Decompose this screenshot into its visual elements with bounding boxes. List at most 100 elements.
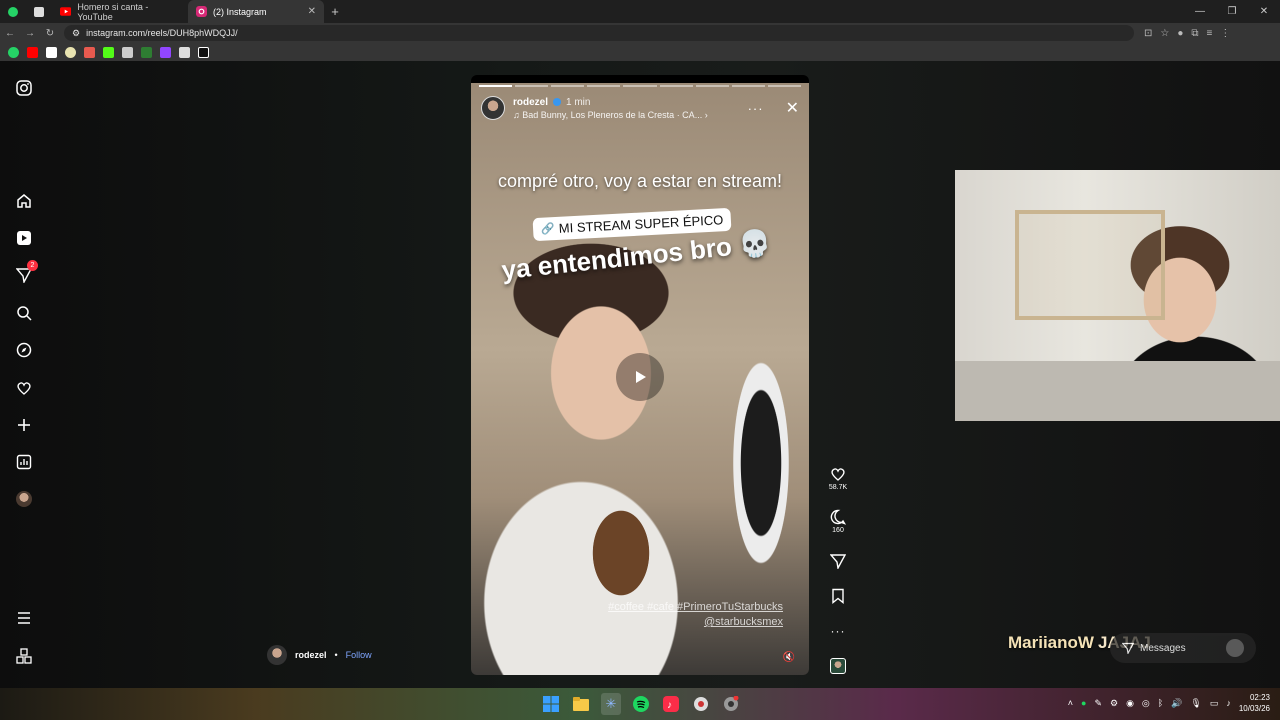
system-tray: ˄ ● ✎ ⚙ ◉ ◎ ᛒ 🔊 🎙 ▭ ♪ 02:23 10/03/26	[1068, 692, 1270, 714]
profile-avatar[interactable]	[14, 489, 34, 509]
bookmark-icon[interactable]	[198, 46, 209, 58]
x-bookmark-icon[interactable]	[46, 46, 57, 58]
bluetooth-icon[interactable]: ᛒ	[1158, 698, 1163, 708]
reel-time: 1 min	[566, 96, 591, 108]
clock[interactable]: 02:23 10/03/26	[1239, 692, 1270, 714]
back-icon[interactable]: ←	[0, 28, 20, 39]
windows-start-icon[interactable]	[541, 693, 561, 715]
new-tab-button[interactable]: +	[324, 4, 346, 19]
toolbar-actions: ⊡ ☆ ● ⧉ ≡ ⋮	[1144, 28, 1230, 39]
tab-instagram[interactable]: (2) Instagram ✕	[188, 0, 324, 23]
media-icon[interactable]: ≡	[1207, 28, 1213, 39]
app-icon[interactable]: ✳	[601, 693, 621, 715]
reel-player[interactable]: rodezel 1 min ♫ Bad Bunny, Los Pleneros …	[471, 75, 809, 675]
comment-button[interactable]: 160	[826, 509, 850, 534]
spotify-tray-icon[interactable]: ●	[1081, 698, 1086, 708]
app-icon[interactable]	[691, 693, 711, 715]
site-info-icon[interactable]: ⚙	[72, 28, 80, 39]
tray-icon[interactable]: ⚙	[1110, 698, 1118, 709]
whatsapp-pinned-tab[interactable]	[0, 0, 26, 23]
kick-bookmark-icon[interactable]	[103, 46, 114, 58]
share-button[interactable]	[826, 553, 850, 569]
menu-icon[interactable]	[14, 608, 34, 628]
music-app-icon[interactable]: ♪	[661, 693, 681, 715]
reel-author-avatar[interactable]	[481, 96, 505, 120]
pen-icon[interactable]: ✎	[1094, 698, 1102, 709]
install-app-icon[interactable]: ⊡	[1144, 28, 1152, 39]
owner-username[interactable]: rodezel	[295, 650, 327, 660]
extension-icon[interactable]: ●	[1177, 28, 1183, 39]
comment-icon	[830, 509, 846, 525]
speaker-icon[interactable]: ♪	[1226, 698, 1231, 708]
messages-icon[interactable]: 2	[14, 260, 38, 285]
reels-icon[interactable]	[14, 228, 34, 248]
mention-tag[interactable]: @starbucksmex	[608, 616, 783, 628]
clock-date: 10/03/26	[1238, 704, 1270, 713]
skull-emoji: 💀	[737, 226, 773, 261]
close-tab-icon[interactable]: ✕	[308, 6, 316, 17]
close-window-button[interactable]: ✕	[1248, 6, 1280, 17]
messages-pill[interactable]: Messages	[1110, 633, 1256, 663]
minimize-button[interactable]: —	[1184, 6, 1216, 17]
forward-icon[interactable]: →	[20, 28, 40, 39]
home-icon[interactable]	[14, 191, 34, 211]
dashboard-icon[interactable]	[14, 452, 34, 472]
save-button[interactable]	[826, 588, 850, 604]
microphone-icon[interactable]: 🎙	[1190, 698, 1201, 709]
audio-thumbnail[interactable]	[826, 658, 850, 674]
browser-tab-bar: Homero si canta - YouTube (2) Instagram …	[0, 0, 1280, 23]
chrome-icon[interactable]	[721, 693, 741, 715]
window-controls: — ❐ ✕	[1184, 6, 1280, 17]
bookmark-icon[interactable]	[84, 46, 95, 58]
reel-author-username[interactable]: rodezel	[513, 97, 548, 108]
bookmark-icon[interactable]	[122, 46, 133, 58]
volume-icon[interactable]: 🔊	[1171, 698, 1182, 709]
spotify-icon[interactable]	[631, 693, 651, 715]
more-button[interactable]: ···	[826, 624, 850, 638]
mute-icon[interactable]: 🔇	[783, 652, 795, 663]
messages-badge: 2	[27, 260, 38, 271]
chrome-tray-icon[interactable]: ◎	[1142, 698, 1150, 709]
file-explorer-icon[interactable]	[571, 693, 591, 715]
chat-username: MariianoW	[1008, 633, 1094, 652]
address-bar[interactable]: ⚙ instagram.com/reels/DUH8phWDQJJ/	[64, 25, 1134, 41]
create-icon[interactable]	[14, 415, 34, 435]
display-icon[interactable]: ▭	[1210, 698, 1219, 709]
bookmark-icon[interactable]	[65, 46, 76, 58]
owner-avatar[interactable]	[267, 645, 287, 665]
twitch-bookmark-icon[interactable]	[160, 46, 171, 58]
story-progress-bar	[479, 85, 801, 87]
separator-dot: •	[334, 650, 338, 660]
extensions-puzzle-icon[interactable]: ⧉	[1191, 28, 1198, 39]
bookmark-icon[interactable]	[179, 46, 190, 58]
pinned-tab[interactable]	[26, 0, 52, 23]
also-from-meta-icon[interactable]	[14, 646, 34, 666]
chevron-up-icon[interactable]: ˄	[1068, 698, 1073, 708]
restore-button[interactable]: ❐	[1216, 6, 1248, 17]
messages-label: Messages	[1140, 642, 1186, 654]
floor-background	[955, 361, 1280, 421]
heart-icon[interactable]	[14, 378, 34, 398]
steam-icon[interactable]: ◉	[1126, 698, 1134, 709]
play-button[interactable]	[616, 353, 664, 401]
follow-button[interactable]: Follow	[346, 650, 372, 660]
explore-icon[interactable]	[14, 340, 34, 360]
search-icon[interactable]	[14, 303, 34, 323]
chevron-right-icon[interactable]: ›	[705, 110, 708, 120]
bookmark-icon[interactable]	[141, 46, 152, 58]
youtube-bookmark-icon[interactable]	[27, 46, 38, 58]
more-options-icon[interactable]: ···	[748, 101, 764, 116]
close-icon[interactable]: ✕	[786, 98, 799, 118]
bookmark-star-icon[interactable]: ☆	[1160, 28, 1169, 39]
like-button[interactable]: 58.7K	[826, 466, 850, 491]
whatsapp-bookmark-icon[interactable]	[8, 46, 19, 58]
reel-music[interactable]: Bad Bunny, Los Pleneros de la Cresta · C…	[522, 110, 702, 120]
hashtags: #coffee #cafe #PrimeroTuStarbucks @starb…	[608, 601, 783, 628]
reload-icon[interactable]: ↻	[40, 28, 60, 39]
bookmarks-bar	[0, 43, 1280, 61]
hashtag-line[interactable]: #coffee #cafe #PrimeroTuStarbucks	[608, 601, 783, 613]
svg-text:♪: ♪	[667, 700, 672, 711]
tab-youtube[interactable]: Homero si canta - YouTube	[52, 0, 188, 23]
instagram-logo-icon[interactable]	[14, 78, 34, 98]
menu-kebab-icon[interactable]: ⋮	[1220, 28, 1230, 39]
